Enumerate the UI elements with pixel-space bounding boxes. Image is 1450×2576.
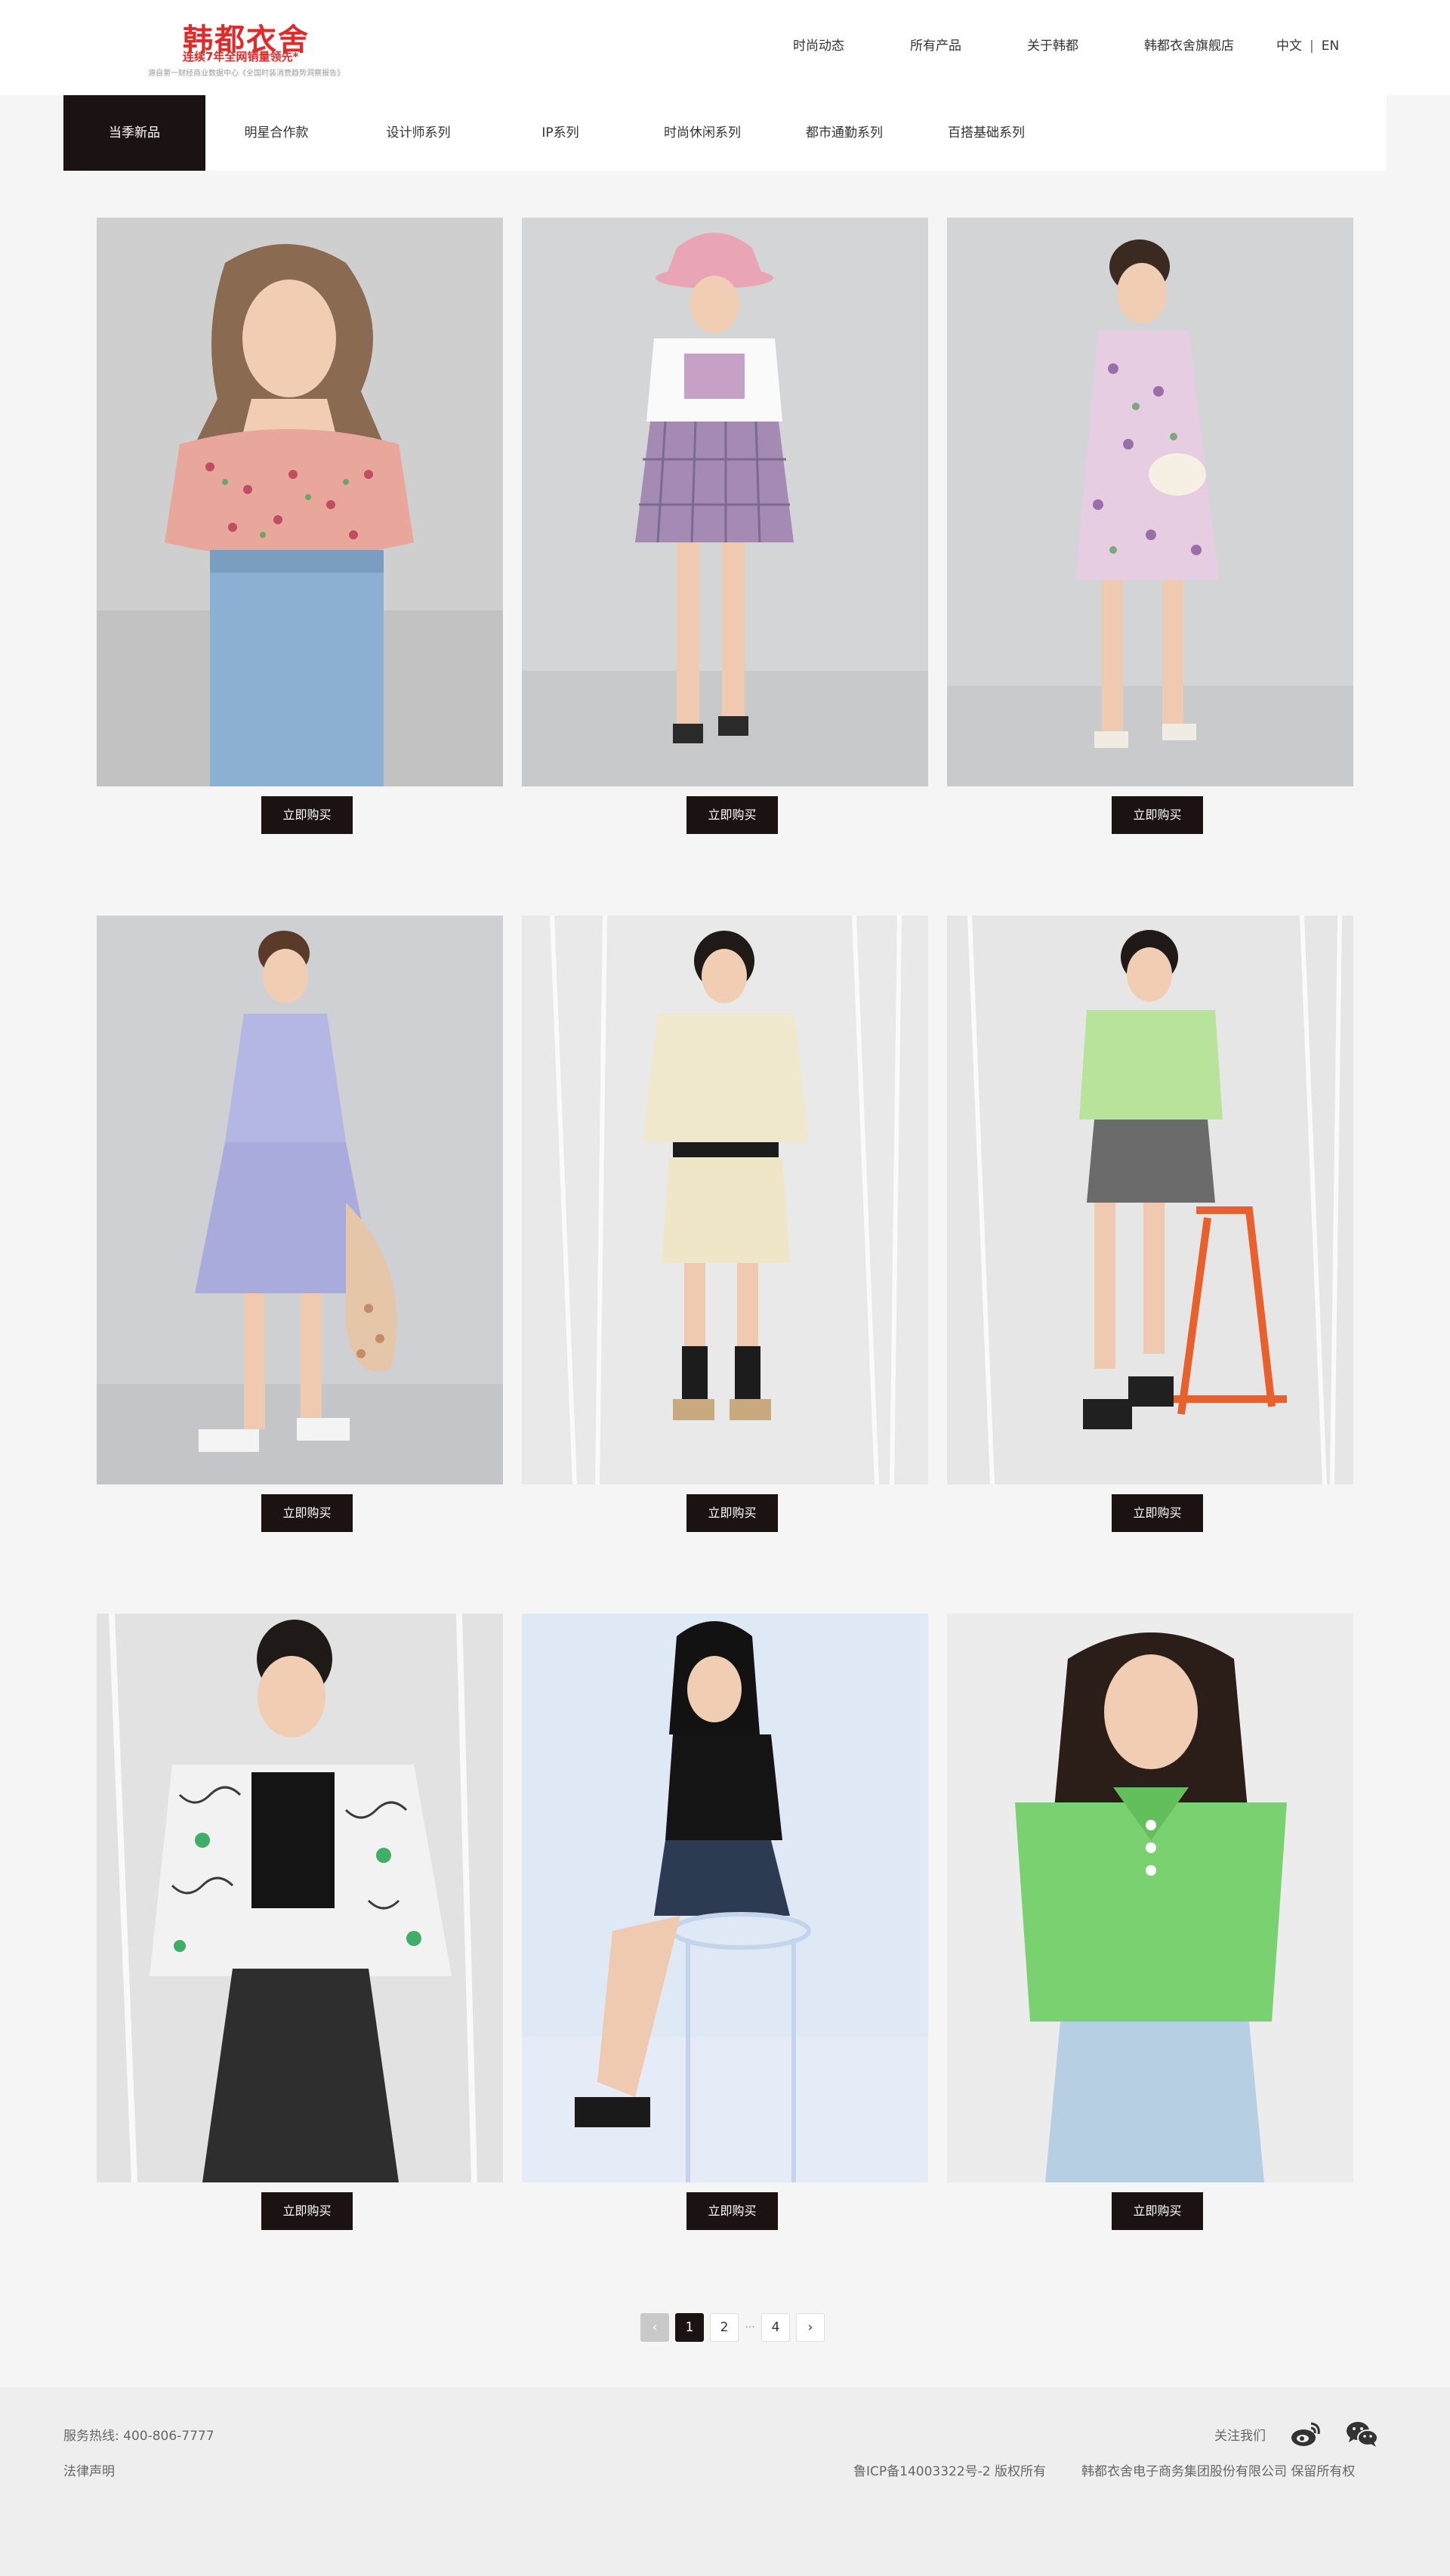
product-card: 立即购买 [97,1614,503,2230]
product-card: 立即购买 [522,218,928,834]
tab-ip[interactable]: IP系列 [489,95,631,171]
logo-subline: 源自第一财经商业数据中心《全国时装消费趋势洞察报告》 [148,69,344,78]
tab-casual[interactable]: 时尚休闲系列 [631,95,773,171]
buy-now-button[interactable]: 立即购买 [1112,1494,1203,1532]
product-card: 立即购买 [947,1614,1353,2230]
weibo-icon[interactable] [1290,2419,1323,2449]
product-photo[interactable] [97,916,503,1484]
tab-designer[interactable]: 设计师系列 [347,95,489,171]
site-header: 韩都衣舍 连续7年全网销量领先* 源自第一财经商业数据中心《全国时装消费趋势洞察… [0,0,1450,95]
nav-about[interactable]: 关于韩都 [1027,35,1078,57]
company-copyright: 韩都衣舍电子商务集团股份有限公司 保留所有权 [1081,2464,1356,2479]
nav-all-products[interactable]: 所有产品 [910,35,961,57]
product-photo[interactable] [522,1614,928,2182]
page-1-button[interactable]: 1 [675,2313,704,2342]
buy-now-button[interactable]: 立即购买 [686,796,778,834]
next-page-button[interactable]: › [796,2313,825,2342]
prev-page-button[interactable]: ‹ [640,2313,669,2342]
logo-slogan: 连续7年全网销量领先* [183,50,299,63]
buy-now-button[interactable]: 立即购买 [261,796,353,834]
product-card: 立即购买 [97,218,503,834]
category-tabs: 当季新品 明星合作款 设计师系列 IP系列 时尚休闲系列 都市通勤系列 百搭基础… [63,95,1387,171]
product-photo[interactable] [947,218,1353,786]
buy-now-button[interactable]: 立即购买 [1112,796,1203,834]
product-photo[interactable] [947,916,1353,1484]
product-photo[interactable] [97,218,503,786]
page-2-button[interactable]: 2 [710,2313,739,2342]
product-card: 立即购买 [97,916,503,1532]
product-card: 立即购买 [947,218,1353,834]
product-photo[interactable] [522,218,928,786]
nav-fashion-news[interactable]: 时尚动态 [793,35,844,57]
site-footer: 服务热线: 400-806-7777 法律声明 关注我们 鲁ICP备140033… [0,2387,1450,2576]
buy-now-button[interactable]: 立即购买 [686,2192,778,2230]
lang-english[interactable]: EN [1322,39,1339,54]
language-switcher: 中文 | EN [1276,35,1339,57]
follow-us-label: 关注我们 [1214,2429,1266,2444]
tab-celebrity[interactable]: 明星合作款 [205,95,347,171]
tab-new-season[interactable]: 当季新品 [63,95,205,171]
product-photo[interactable] [947,1614,1353,2182]
brand-logo[interactable]: 韩都衣舍 连续7年全网销量领先* 源自第一财经商业数据中心《全国时装消费趋势洞察… [148,15,344,80]
buy-now-button[interactable]: 立即购买 [1112,2192,1203,2230]
nav-flagship-store[interactable]: 韩都衣舍旗舰店 [1144,35,1234,57]
lang-chinese[interactable]: 中文 [1276,39,1302,54]
page-ellipsis: ··· [745,2321,755,2334]
buy-now-button[interactable]: 立即购买 [686,1494,778,1532]
product-photo[interactable] [522,916,928,1484]
product-photo[interactable] [97,1614,503,2182]
tab-commute[interactable]: 都市通勤系列 [773,95,915,171]
product-card: 立即购买 [522,916,928,1532]
page-4-button[interactable]: 4 [761,2313,790,2342]
product-card: 立即购买 [522,1614,928,2230]
pagination: ‹ 1 2 ··· 4 › [640,2313,831,2342]
top-nav: 时尚动态 所有产品 关于韩都 韩都衣舍旗舰店 [793,35,1234,57]
icp-record[interactable]: 鲁ICP备14003322号-2 版权所有 [853,2460,1046,2479]
service-hotline: 服务热线: 400-806-7777 [63,2429,214,2444]
legal-notice-link[interactable]: 法律声明 [63,2460,115,2479]
wechat-icon[interactable] [1346,2419,1379,2449]
product-card: 立即购买 [947,916,1353,1532]
lang-separator: | [1310,39,1314,54]
buy-now-button[interactable]: 立即购买 [261,1494,353,1532]
tab-basics[interactable]: 百搭基础系列 [915,95,1057,171]
buy-now-button[interactable]: 立即购买 [261,2192,353,2230]
